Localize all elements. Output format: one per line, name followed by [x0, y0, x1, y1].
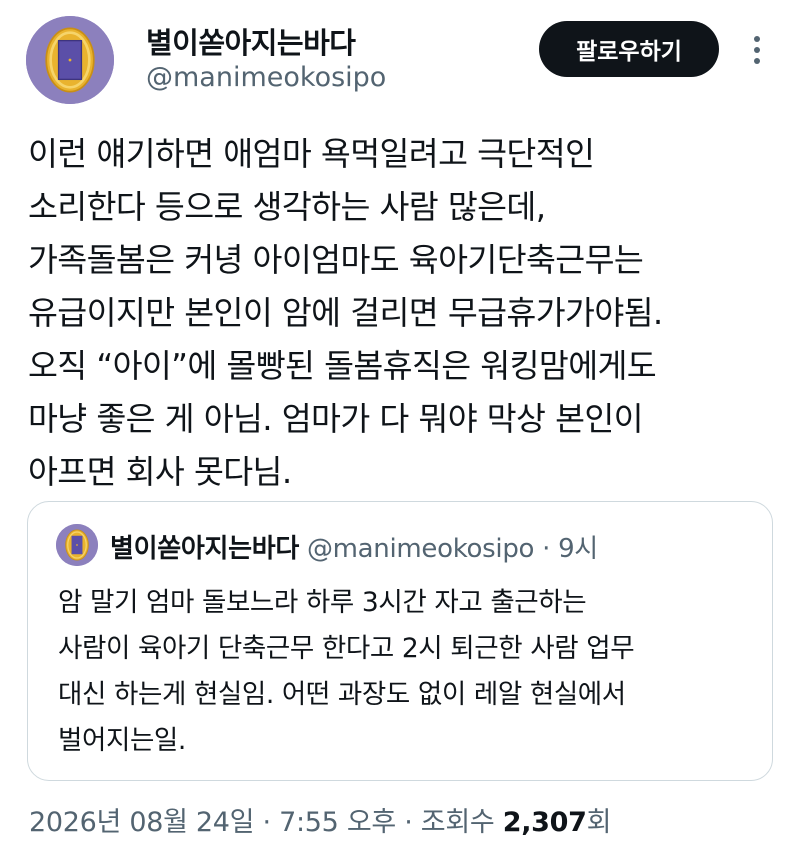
quoted-text-line: 벌어지는일. — [58, 725, 186, 756]
quoted-text-line: 암 말기 엄마 돌보느라 하루 3시간 자고 출근하는 — [58, 587, 587, 618]
tweet-text-line: 아프면 회사 못다님. — [28, 453, 292, 491]
user-handle[interactable]: @manimeokosipo — [146, 62, 386, 93]
tweet-meta: 2026년 08월 24일 · 7:55 오후 · 조회수 2,307회 — [29, 800, 611, 839]
meta-separator: · — [262, 807, 272, 838]
tweet-text-line: 유급이지만 본인이 암에 걸리면 무급휴가가야됨. — [28, 294, 663, 332]
meta-separator: · — [404, 807, 413, 838]
more-dot — [754, 36, 760, 42]
tweet-date[interactable]: 2026년 08월 24일 — [29, 807, 255, 838]
quoted-separator: · — [542, 534, 551, 564]
views-label: 조회수 — [420, 807, 495, 838]
quoted-avatar[interactable] — [56, 524, 98, 566]
tweet-text-line: 오직 “아이”에 몰빵된 돌봄휴직은 워킹맘에게도 — [28, 347, 657, 385]
quoted-avatar-frame-image — [56, 524, 98, 566]
views-suffix: 회 — [586, 807, 612, 838]
more-dot — [754, 47, 760, 53]
views-count: 2,307 — [502, 807, 587, 838]
tweet-text-line: 소리한다 등으로 생각하는 사람 많은데, — [28, 188, 546, 226]
quoted-display-name[interactable]: 별이쏟아지는바다 — [110, 534, 299, 564]
tweet-text-line: 마냥 좋은 게 아님. 엄마가 다 뭐야 막상 본인이 — [28, 400, 644, 438]
more-dot — [754, 58, 760, 64]
avatar[interactable] — [26, 16, 114, 104]
avatar-frame-image — [26, 16, 114, 104]
tweet-text: 이런 얘기하면 애엄마 욕먹일려고 극단적인 소리한다 등으로 생각하는 사람 … — [28, 128, 788, 499]
quoted-handle[interactable]: @manimeokosipo — [307, 534, 535, 564]
tweet-text-line: 이런 얘기하면 애엄마 욕먹일려고 극단적인 — [28, 135, 595, 173]
tweet: 별이쏟아지는바다 @manimeokosipo 팔로우하기 이런 얘기하면 애엄… — [0, 0, 800, 847]
tweet-text-line: 가족돌봄은 커녕 아이엄마도 육아기단축근무는 — [28, 241, 644, 279]
quoted-timestamp[interactable]: 9시 — [558, 534, 598, 564]
quoted-tweet-card[interactable]: 별이쏟아지는바다 @manimeokosipo · 9시 암 말기 엄마 돌보느… — [27, 501, 773, 781]
follow-button[interactable]: 팔로우하기 — [539, 21, 719, 77]
quoted-text-line: 대신 하는게 현실임. 어떤 과장도 없이 레알 현실에서 — [58, 679, 626, 710]
quoted-text: 암 말기 엄마 돌보느라 하루 3시간 자고 출근하는 사람이 육아기 단축근무… — [58, 580, 758, 764]
quoted-text-line: 사람이 육아기 단축근무 한다고 2시 퇴근한 사람 업무 — [58, 633, 635, 664]
quoted-header: 별이쏟아지는바다 @manimeokosipo · 9시 — [110, 528, 598, 565]
display-name[interactable]: 별이쏟아지는바다 — [146, 20, 356, 62]
tweet-time[interactable]: 7:55 오후 — [279, 807, 396, 838]
more-vertical-icon[interactable] — [743, 30, 771, 70]
